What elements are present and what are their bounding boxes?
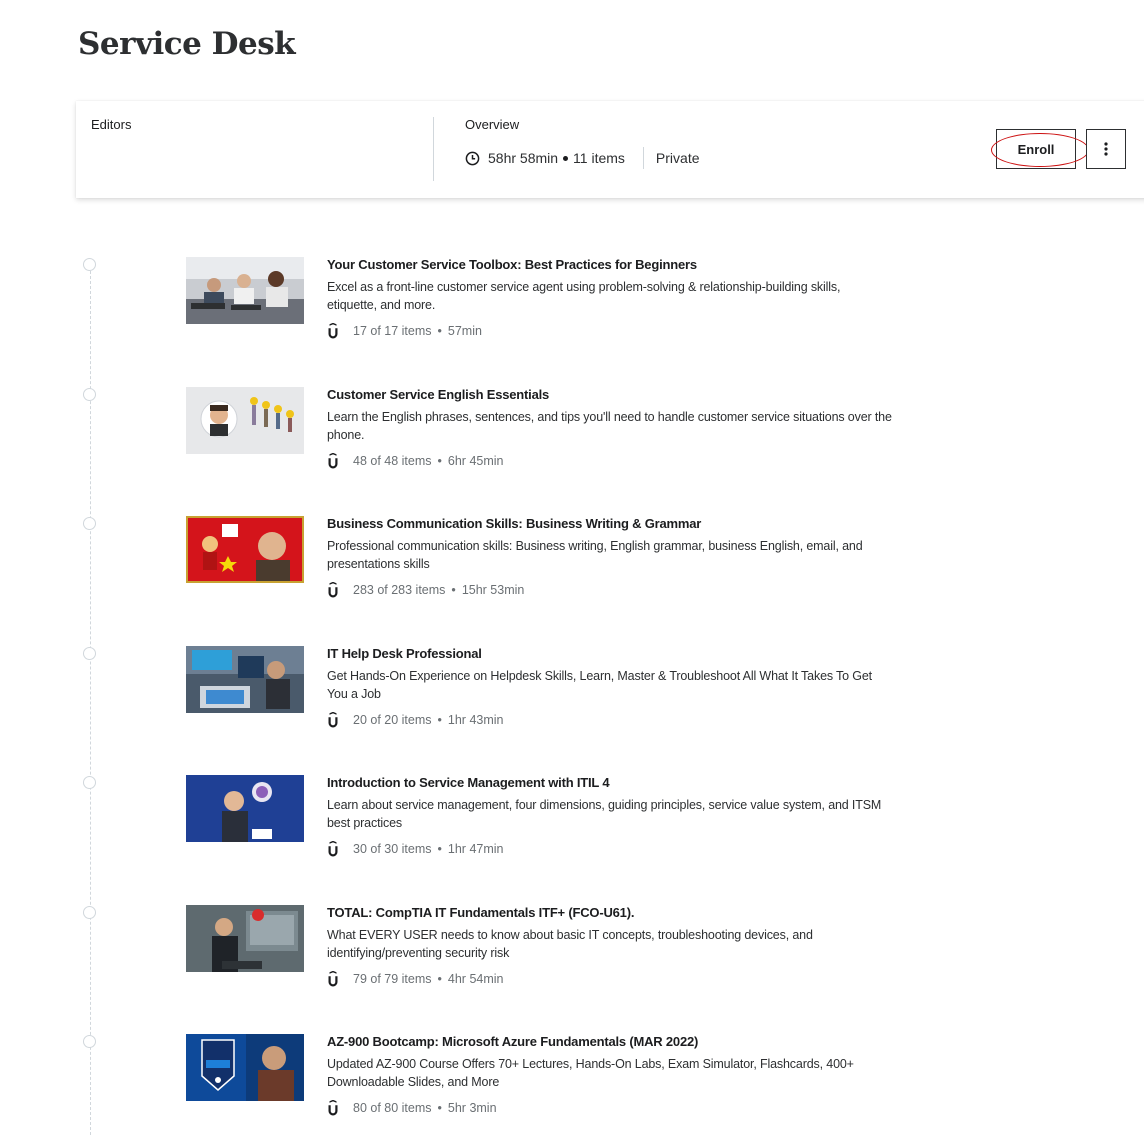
course-thumbnail[interactable] [186, 1034, 304, 1101]
course-meta: 80 of 80 items • 5hr 3min [327, 1100, 497, 1116]
course-item[interactable]: AZ-900 Bootcamp: Microsoft Azure Fundame… [186, 1034, 906, 1129]
timeline-dot [83, 258, 96, 271]
item-count: 11 items [573, 150, 625, 166]
timeline-dot [83, 776, 96, 789]
course-meta: 283 of 283 items • 15hr 53min [327, 582, 524, 598]
page-title: Service Desk [78, 26, 296, 62]
course-description: Learn the English phrases, sentences, an… [327, 410, 892, 442]
vertical-ellipsis-icon [1104, 142, 1108, 156]
course-description: Excel as a front-line customer service a… [327, 280, 841, 312]
meta-separator: • [437, 324, 442, 338]
course-item[interactable]: Business Communication Skills: Business … [186, 516, 906, 611]
meta-separator: • [437, 713, 442, 727]
overview-meta: 58hr 58min 11 items Private [465, 147, 700, 169]
course-meta: 30 of 30 items • 1hr 47min [327, 841, 504, 857]
course-title[interactable]: Customer Service English Essentials [327, 387, 549, 402]
course-thumbnail[interactable] [186, 775, 304, 842]
course-duration: 4hr 54min [447, 972, 504, 986]
timeline-dot [83, 906, 96, 919]
course-duration: 15hr 53min [461, 583, 525, 597]
timeline-dot [83, 517, 96, 530]
course-thumbnail[interactable] [186, 905, 304, 972]
course-thumbnail[interactable] [186, 257, 304, 324]
course-item-count: 79 of 79 items [353, 972, 432, 986]
course-duration: 1hr 43min [447, 713, 504, 727]
more-options-button[interactable] [1086, 129, 1126, 169]
overview-label: Overview [465, 117, 520, 132]
course-meta: 48 of 48 items • 6hr 45min [327, 453, 504, 469]
meta-divider [642, 147, 644, 169]
course-description: What EVERY USER needs to know about basi… [327, 928, 813, 960]
course-description: Professional communication skills: Busin… [327, 539, 863, 571]
course-item-count: 17 of 17 items [353, 324, 432, 338]
dot-separator [563, 155, 569, 161]
course-description: Updated AZ-900 Course Offers 70+ Lecture… [327, 1057, 854, 1089]
editors-label: Editors [91, 117, 132, 132]
meta-separator: • [437, 454, 442, 468]
udemy-logo-icon [328, 582, 338, 598]
meta-separator: • [437, 972, 442, 986]
udemy-logo-icon [328, 453, 338, 469]
course-item[interactable]: IT Help Desk Professional Get Hands-On E… [186, 646, 906, 741]
course-duration: 57min [447, 324, 482, 338]
total-duration: 58hr 58min [488, 150, 559, 166]
course-item[interactable]: TOTAL: CompTIA IT Fundamentals ITF+ (FCO… [186, 905, 906, 1000]
course-item-count: 20 of 20 items [353, 713, 432, 727]
course-title[interactable]: Your Customer Service Toolbox: Best Prac… [327, 257, 697, 272]
course-title[interactable]: Introduction to Service Management with … [327, 775, 610, 790]
course-item[interactable]: Your Customer Service Toolbox: Best Prac… [186, 257, 906, 352]
course-item-count: 283 of 283 items [353, 583, 446, 597]
visibility-status: Private [655, 150, 700, 166]
course-item-count: 30 of 30 items [353, 842, 432, 856]
course-meta: 79 of 79 items • 4hr 54min [327, 971, 504, 987]
course-description: Get Hands-On Experience on Helpdesk Skil… [327, 669, 872, 701]
editors-section: Editors [91, 117, 131, 132]
course-thumbnail[interactable] [186, 516, 304, 583]
course-meta: 20 of 20 items • 1hr 43min [327, 712, 504, 728]
course-thumbnail[interactable] [186, 387, 304, 454]
udemy-logo-icon [328, 1100, 338, 1116]
course-thumbnail[interactable] [186, 646, 304, 713]
udemy-logo-icon [328, 323, 338, 339]
course-description: Learn about service management, four dim… [327, 798, 882, 830]
enroll-button[interactable]: Enroll [996, 129, 1076, 169]
course-item[interactable]: Introduction to Service Management with … [186, 775, 906, 870]
course-duration: 5hr 3min [447, 1101, 497, 1115]
meta-separator: • [437, 842, 442, 856]
course-title[interactable]: AZ-900 Bootcamp: Microsoft Azure Fundame… [327, 1034, 698, 1049]
course-title[interactable]: IT Help Desk Professional [327, 646, 482, 661]
section-divider [433, 117, 434, 181]
meta-separator: • [451, 583, 456, 597]
course-item-count: 48 of 48 items [353, 454, 432, 468]
course-meta: 17 of 17 items • 57min [327, 323, 482, 339]
overview-card: Editors Overview 58hr 58min 11 items Pri… [76, 101, 1144, 198]
timeline-dot [83, 647, 96, 660]
meta-separator: • [437, 1101, 442, 1115]
udemy-logo-icon [328, 971, 338, 987]
udemy-logo-icon [328, 712, 338, 728]
overview-section: Overview 58hr 58min 11 items Private [465, 117, 700, 169]
course-item[interactable]: Customer Service English Essentials Lear… [186, 387, 906, 482]
course-title[interactable]: Business Communication Skills: Business … [327, 516, 701, 531]
course-item-count: 80 of 80 items [353, 1101, 432, 1115]
timeline-dot [83, 1035, 96, 1048]
course-duration: 1hr 47min [447, 842, 504, 856]
course-title[interactable]: TOTAL: CompTIA IT Fundamentals ITF+ (FCO… [327, 905, 634, 920]
timeline-dot [83, 388, 96, 401]
clock-icon [465, 151, 480, 165]
udemy-logo-icon [328, 841, 338, 857]
course-duration: 6hr 45min [447, 454, 504, 468]
